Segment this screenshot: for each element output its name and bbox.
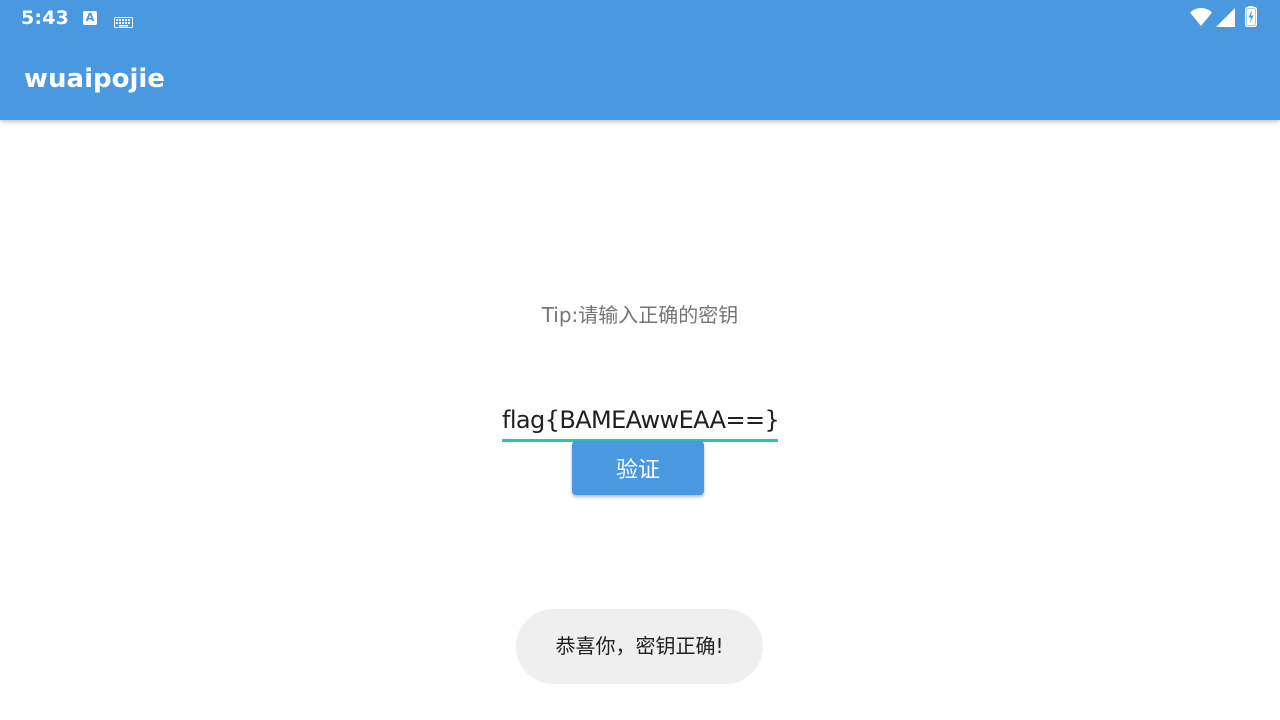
app-bar: 5:43 A wuaipojie (0, 0, 1280, 120)
app-title: wuaipojie (24, 64, 165, 94)
wifi-icon (1190, 8, 1212, 30)
key-input[interactable] (502, 401, 778, 442)
text-a-icon: A (83, 11, 97, 25)
battery-charging-icon (1245, 6, 1257, 31)
tip-text: Tip:请输入正确的密钥 (541, 303, 739, 327)
keyboard-icon (114, 13, 133, 32)
toast-message: 恭喜你，密钥正确! (516, 609, 763, 684)
status-time: 5:43 (21, 7, 70, 29)
verify-button[interactable]: 验证 (572, 441, 704, 495)
status-bar: 5:43 A (0, 0, 1280, 38)
cell-signal-icon (1216, 8, 1236, 31)
